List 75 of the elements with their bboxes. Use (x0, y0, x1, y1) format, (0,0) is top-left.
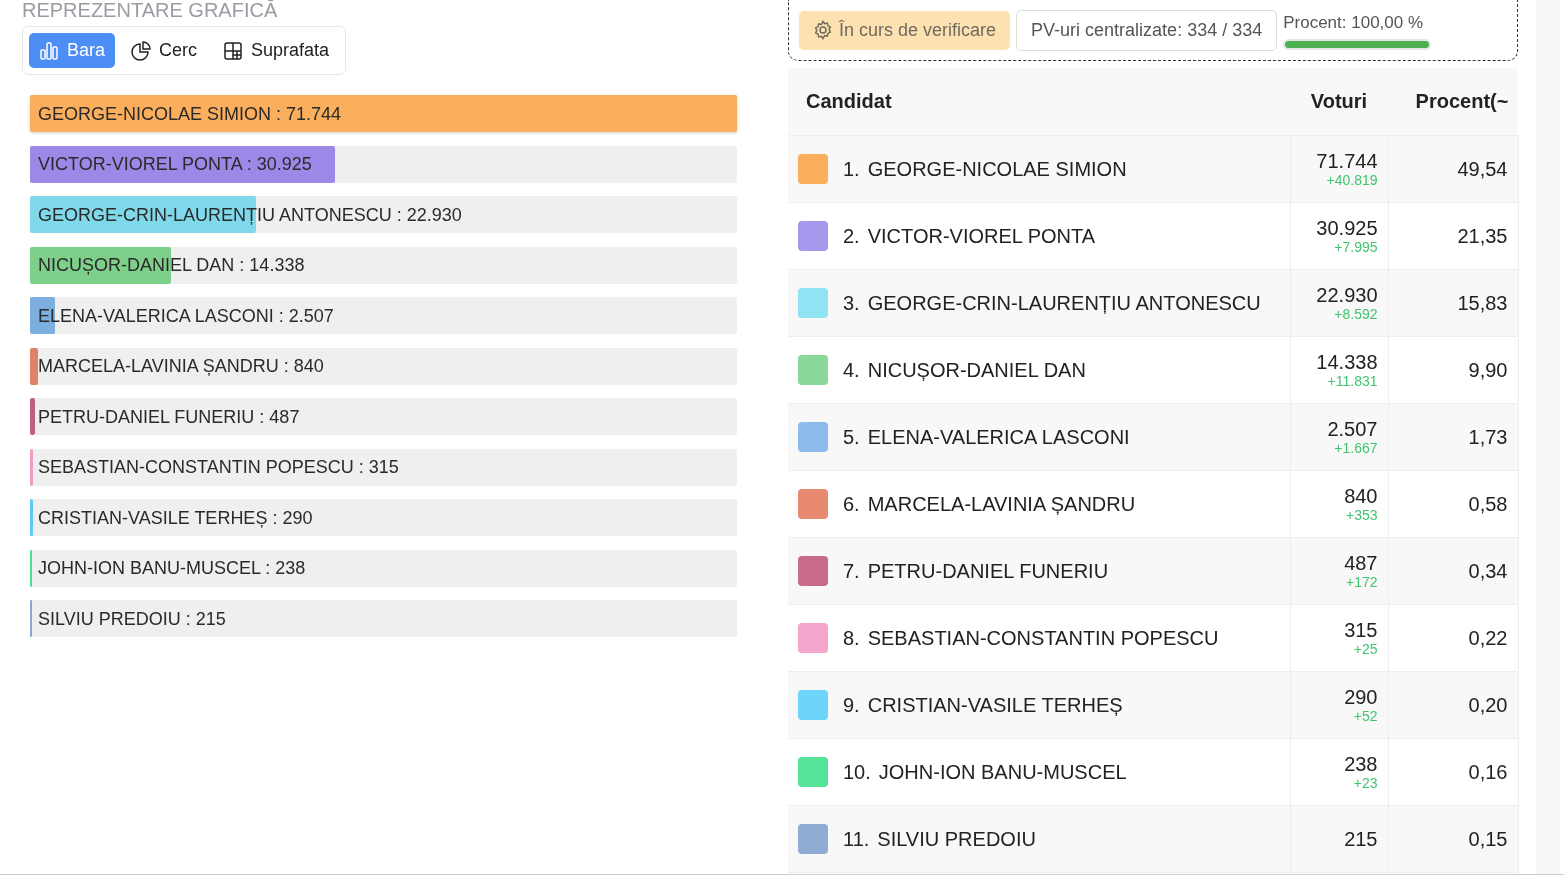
vote-count: 238 (1343, 752, 1378, 775)
vote-delta: +8.592 (1333, 305, 1378, 322)
candidate-name: GEORGE-CRIN-LAURENȚIU ANTONESCU (867, 290, 1261, 316)
vote-delta: +7.995 (1333, 238, 1378, 255)
view-tab[interactable]: Suprafata (213, 33, 340, 68)
vote-percent: 0,58 (1468, 492, 1508, 515)
vote-delta: +40.819 (1325, 171, 1378, 188)
candidate-rank: 6. (843, 491, 860, 517)
bar-label: PETRU-DANIEL FUNERIU : 487 (38, 405, 300, 428)
vote-count: 14.338 (1315, 350, 1378, 373)
bar-label: JOHN-ION BANU-MUSCEL : 238 (38, 556, 306, 580)
bar-label: MARCELA-LAVINIA ȘANDRU : 840 (38, 354, 324, 378)
vote-count: 840 (1343, 484, 1378, 507)
vote-count: 290 (1343, 685, 1378, 708)
vote-percent: 9,90 (1468, 358, 1508, 381)
vote-delta: +52 (1352, 707, 1378, 724)
grid-icon (223, 40, 244, 61)
vote-count: 315 (1343, 618, 1378, 641)
vote-delta: +353 (1344, 506, 1378, 523)
vote-count: 215 (1343, 827, 1378, 850)
vote-percent: 15,83 (1457, 291, 1508, 314)
bar-label: GEORGE-NICOLAE SIMION : 71.744 (38, 102, 342, 125)
candidate-name: CRISTIAN-VASILE TERHEȘ (867, 692, 1123, 718)
candidate-name: VICTOR-VIOREL PONTA (867, 223, 1096, 249)
column-header: Candidat (788, 68, 1290, 135)
vote-percent: 1,73 (1468, 425, 1508, 448)
candidate-name: SEBASTIAN-CONSTANTIN POPESCU (867, 625, 1219, 651)
vote-percent: 0,20 (1468, 693, 1508, 716)
bar-label: VICTOR-VIOREL PONTA : 30.925 (38, 152, 312, 176)
pv-count: PV-uri centralizate: 334 / 334 (1016, 9, 1278, 51)
candidate-rank: 4. (843, 357, 860, 383)
candidate-rank: 9. (843, 692, 860, 718)
pie-chart-icon (131, 40, 152, 61)
vote-count: 30.925 (1315, 216, 1378, 239)
candidate-rank: 7. (843, 558, 860, 584)
status-badge: În curs de verificare (799, 10, 1011, 50)
progress-label: Procent: 100,00 % (1283, 11, 1425, 34)
candidate-rank: 1. (843, 156, 860, 182)
vote-delta: +25 (1352, 640, 1378, 657)
vote-percent: 0,15 (1468, 827, 1508, 850)
vote-percent: 0,16 (1468, 760, 1508, 783)
candidate-rank: 8. (843, 625, 860, 651)
candidate-rank: 3. (843, 290, 860, 316)
bar-chart-icon (39, 40, 59, 61)
candidate-name: GEORGE-NICOLAE SIMION (867, 156, 1127, 182)
section-title: REPREZENTARE GRAFICĂ (22, 0, 279, 22)
vote-count: 487 (1343, 551, 1378, 574)
candidate-rank: 10. (843, 759, 871, 785)
bar-label: CRISTIAN-VASILE TERHEȘ : 290 (38, 506, 313, 530)
vote-count: 2.507 (1326, 417, 1378, 440)
vote-count: 22.930 (1315, 283, 1378, 306)
column-header: Voturi (1290, 68, 1388, 135)
column-header: Procent(~ (1388, 68, 1518, 135)
candidate-name: JOHN-ION BANU-MUSCEL (878, 759, 1127, 785)
vote-percent: 21,35 (1457, 224, 1508, 247)
candidate-name: PETRU-DANIEL FUNERIU (867, 558, 1109, 584)
vote-percent: 0,34 (1468, 559, 1508, 582)
candidate-name: NICUȘOR-DANIEL DAN (867, 357, 1086, 383)
vote-percent: 49,54 (1457, 157, 1508, 180)
candidate-name: ELENA-VALERICA LASCONI (867, 424, 1130, 450)
candidate-name: MARCELA-LAVINIA ȘANDRU (867, 491, 1136, 517)
vote-delta: +11.831 (1326, 372, 1378, 389)
vote-percent: 0,22 (1468, 626, 1508, 649)
vote-delta: +172 (1344, 573, 1378, 590)
vote-delta: +1.667 (1333, 439, 1378, 456)
candidate-rank: 2. (843, 223, 860, 249)
bar-label: SILVIU PREDOIU : 215 (38, 607, 226, 630)
vote-count: 71.744 (1315, 149, 1378, 172)
view-tab[interactable]: Cerc (121, 33, 208, 68)
vote-delta: +23 (1352, 774, 1378, 791)
candidate-rank: 5. (843, 424, 860, 450)
candidate-rank: 11. (843, 826, 870, 852)
bar-label: SEBASTIAN-CONSTANTIN POPESCU : 315 (38, 455, 399, 479)
gear-icon (813, 20, 833, 40)
candidate-name: SILVIU PREDOIU (877, 826, 1036, 852)
